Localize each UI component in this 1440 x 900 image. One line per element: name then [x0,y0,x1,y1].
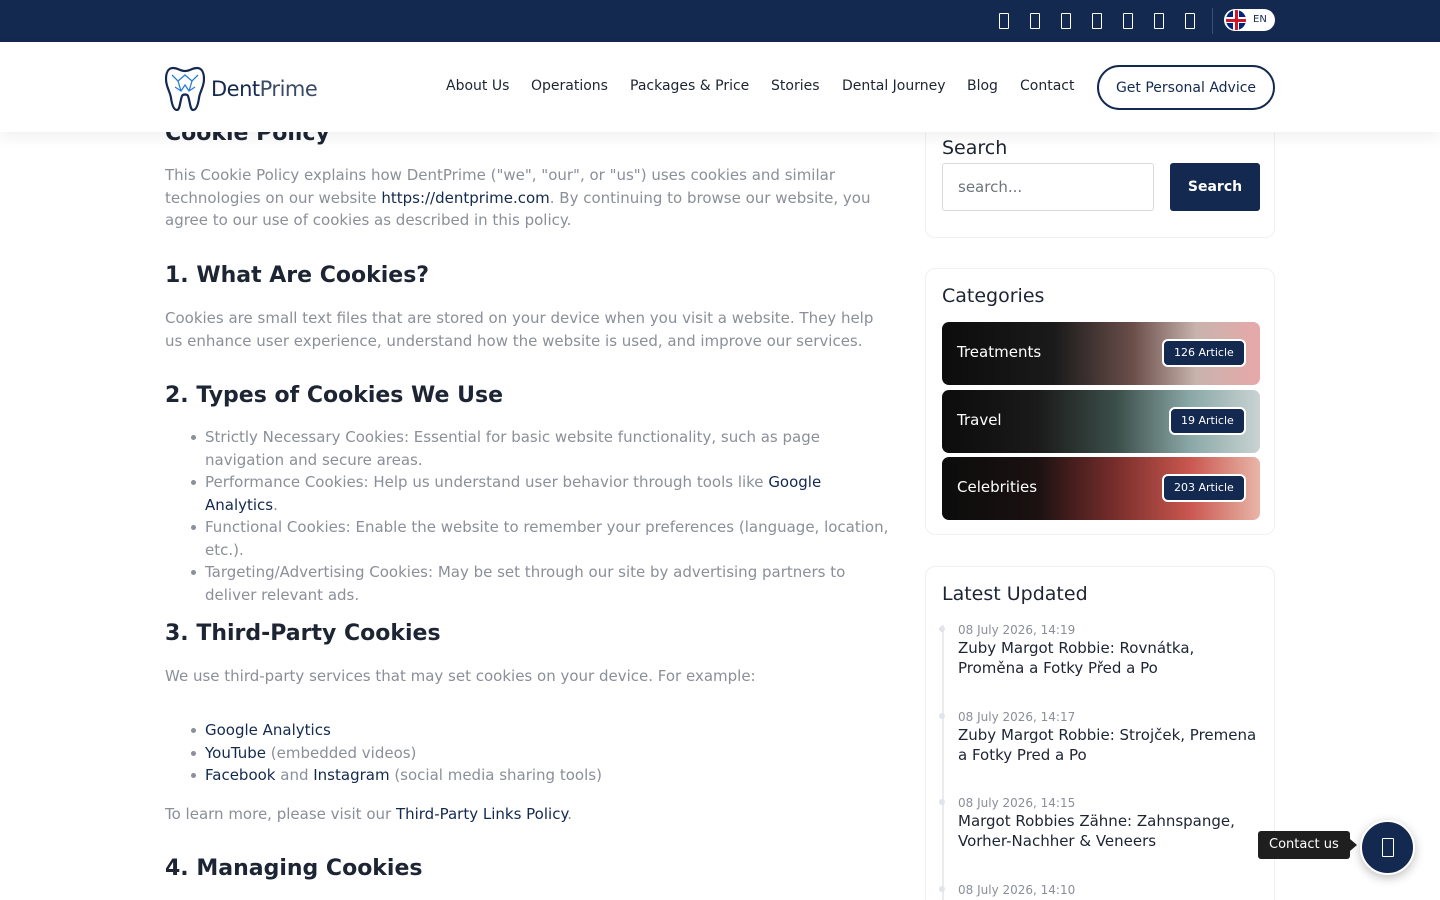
section-heading-managing-cookies: 4. Managing Cookies [165,856,423,881]
list-item: Strictly Necessary Cookies: Essential fo… [191,426,895,471]
instagram-icon[interactable] [1025,11,1045,31]
category-label: Travel [957,411,1002,429]
topbar-divider [1212,8,1213,34]
timeline-dot [939,799,945,805]
timeline-dot [939,886,945,892]
post-title: Margot Robbies Zähne: Zahnspange, Vorher… [958,812,1235,850]
tooth-logo-icon [165,66,205,111]
search-input[interactable]: search... [942,163,1154,211]
instagram-link[interactable]: Instagram [313,766,389,784]
timeline-dot [939,713,945,719]
post-date: 08 July 2026, 14:15 [958,796,1076,810]
third-party-list: Google Analytics YouTube (embedded video… [191,719,895,787]
whatsapp-icon [1381,838,1394,857]
pinterest-icon[interactable] [1180,11,1200,31]
contact-us-button[interactable] [1360,820,1415,875]
dentprime-link[interactable]: https://dentprime.com [381,189,549,207]
intro-paragraph: This Cookie Policy explains how DentPrim… [165,166,871,229]
list-item: Performance Cookies: Help us understand … [191,471,895,516]
post-date: 08 July 2026, 14:19 [958,623,1076,637]
third-party-links-policy-link[interactable]: Third-Party Links Policy [396,805,567,823]
post-title: Zuby Margot Robbie: Rovnátka, Proměna a … [958,639,1195,677]
section-text-what-are-cookies: Cookies are small text files that are st… [165,309,874,350]
latest-post[interactable]: 08 July 2026, 14:15 Margot Robbies Zähne… [939,796,1258,851]
post-title: Zuby Margot Robbie: Strojček, Premena a … [958,726,1257,764]
nav-operations[interactable]: Operations [531,78,608,94]
youtube-icon[interactable] [1056,11,1076,31]
site-header: DentPrime About Us Operations Packages &… [0,42,1440,132]
post-date: 08 July 2026, 14:17 [958,710,1076,724]
nav-dental-journey[interactable]: Dental Journey [842,78,946,94]
latest-post[interactable]: 08 July 2026, 14:19 Zuby Margot Robbie: … [939,623,1258,678]
category-travel[interactable]: Travel 19 Article [942,390,1260,453]
linkedin-icon[interactable] [1149,11,1169,31]
section-text-third-party-cookies: We use third-party services that may set… [165,667,756,685]
section-heading-what-are-cookies: 1. What Are Cookies? [165,263,430,288]
category-count-badge: 19 Article [1169,407,1246,435]
section-heading-types-of-cookies: 2. Types of Cookies We Use [165,383,503,408]
brand-name: DentPrime [211,77,318,101]
facebook-link[interactable]: Facebook [205,766,275,784]
dentprime-logo[interactable]: DentPrime [165,65,320,111]
latest-updated-title: Latest Updated [942,583,1088,605]
get-personal-advice-button[interactable]: Get Personal Advice [1097,65,1275,110]
section-heading-third-party-cookies: 3. Third-Party Cookies [165,621,441,646]
learn-more-paragraph: To learn more, please visit our Third-Pa… [165,805,572,823]
language-switcher[interactable]: EN [1224,9,1275,31]
category-label: Treatments [957,343,1042,361]
x-icon[interactable] [1087,11,1107,31]
nav-about-us[interactable]: About Us [446,78,509,94]
facebook-icon[interactable] [994,11,1014,31]
timeline-line [942,625,944,900]
search-button[interactable]: Search [1170,163,1260,211]
category-celebrities[interactable]: Celebrities 203 Article [942,457,1260,520]
list-item: Google Analytics [191,719,895,742]
categories-card-title: Categories [942,285,1045,307]
youtube-link[interactable]: YouTube [205,744,266,762]
nav-contact[interactable]: Contact [1020,78,1074,94]
top-bar: EN [0,0,1440,42]
cookie-types-list: Strictly Necessary Cookies: Essential fo… [191,426,895,606]
category-treatments[interactable]: Treatments 126 Article [942,322,1260,385]
category-label: Celebrities [957,478,1038,496]
language-code: EN [1253,14,1267,25]
list-item: YouTube (embedded videos) [191,742,895,765]
latest-post[interactable]: 08 July 2026, 14:10 [939,883,1258,897]
post-date: 08 July 2026, 14:10 [958,883,1076,897]
list-item: Facebook and Instagram (social media sha… [191,764,895,787]
nav-stories[interactable]: Stories [771,78,820,94]
nav-blog[interactable]: Blog [967,78,998,94]
list-item: Functional Cookies: Enable the website t… [191,516,895,561]
google-analytics-link[interactable]: Google Analytics [205,721,331,739]
list-item: Targeting/Advertising Cookies: May be se… [191,561,895,606]
categories-card: Categories Treatments 126 Article Travel… [925,268,1275,535]
category-count-badge: 126 Article [1162,339,1246,367]
latest-updated-card: Latest Updated 08 July 2026, 14:19 Zuby … [925,566,1275,900]
latest-post[interactable]: 08 July 2026, 14:17 Zuby Margot Robbie: … [939,710,1258,765]
category-count-badge: 203 Article [1162,474,1246,502]
contact-us-tooltip: Contact us [1258,831,1357,859]
uk-flag-icon [1226,10,1246,30]
nav-packages-price[interactable]: Packages & Price [630,78,749,94]
search-card: Search search... Search [925,120,1275,238]
search-card-title: Search [942,137,1008,159]
timeline-dot [939,626,945,632]
tiktok-icon[interactable] [1118,11,1138,31]
